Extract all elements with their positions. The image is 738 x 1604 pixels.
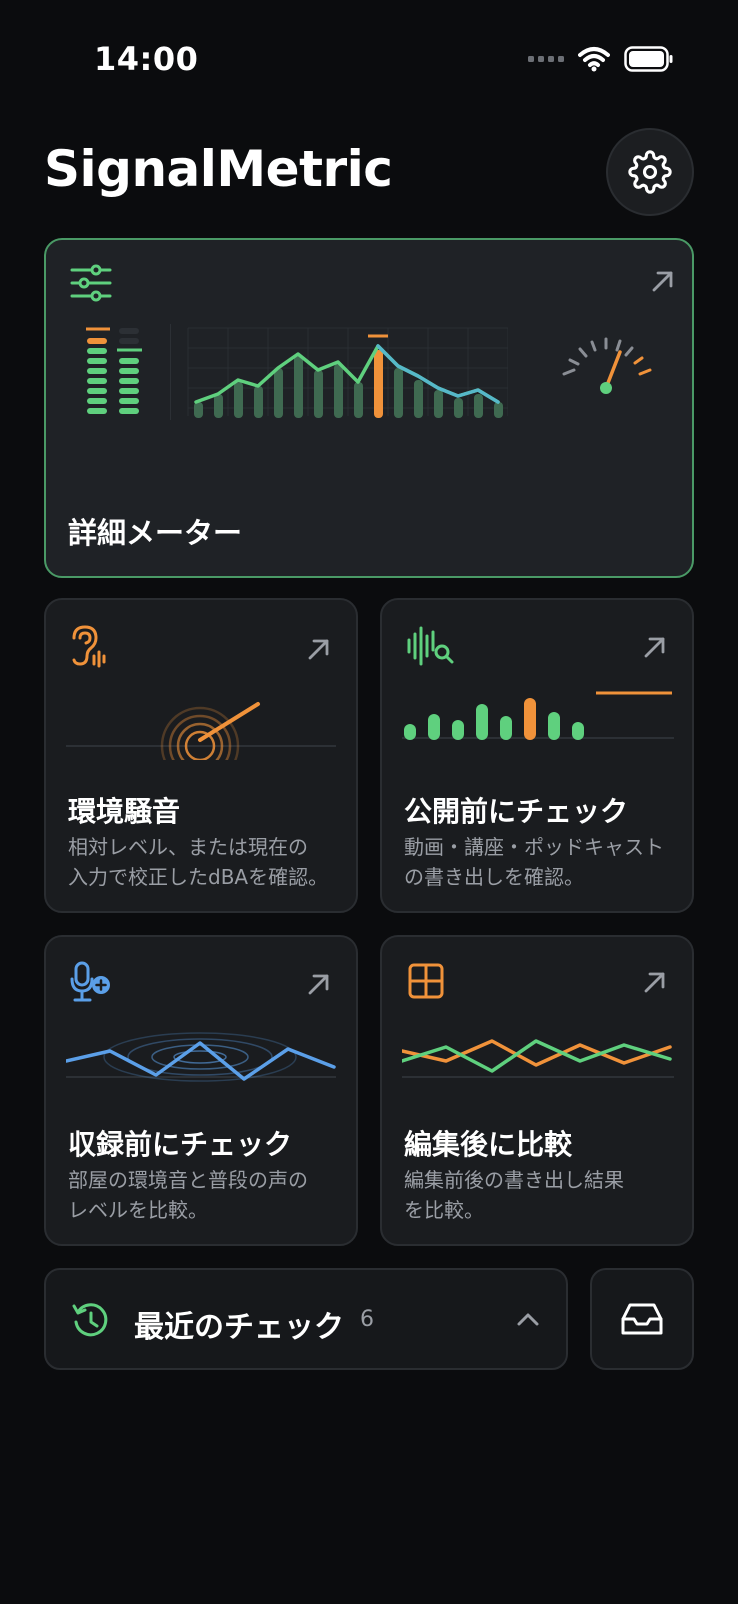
waveform-search-icon — [407, 626, 454, 666]
gear-icon — [628, 150, 672, 194]
arrow-up-right-icon — [644, 637, 665, 658]
loudness-history-graphic — [170, 324, 508, 420]
status-bar: 14:00 — [0, 0, 738, 120]
room-tone-graphic — [66, 1032, 336, 1082]
before-after-graphic — [402, 1039, 674, 1078]
pre-recording-check-card[interactable]: 収録前にチェック 部屋の環境音と普段の声の レベルを比較。 — [44, 935, 358, 1246]
microphone-add-icon — [70, 961, 110, 1002]
card-title: 公開前にチェック — [404, 795, 629, 828]
card-title: 収録前にチェック — [68, 1128, 293, 1161]
app-title: SignalMetric — [44, 140, 393, 198]
card-title: 編集後に比較 — [404, 1128, 573, 1161]
battery-icon — [624, 46, 673, 72]
status-icons — [528, 44, 674, 74]
card-description: 部屋の環境音と普段の声の レベルを比較。 — [68, 1168, 308, 1222]
recent-checks-count: 6 — [360, 1307, 374, 1332]
pre-publish-check-card[interactable]: 公開前にチェック 動画・講座・ポッドキャスト の書き出しを確認。 — [380, 598, 694, 913]
gauge-graphic — [562, 337, 652, 394]
detailed-meter-card[interactable]: 詳細メーター — [44, 238, 694, 578]
post-edit-compare-card[interactable]: 編集後に比較 編集前後の書き出し結果 を比較。 — [380, 935, 694, 1246]
wifi-icon — [578, 47, 610, 72]
inbox-button[interactable] — [590, 1268, 694, 1370]
arrow-up-right-icon — [308, 639, 329, 660]
arrow-up-right-icon — [644, 972, 665, 993]
status-time: 14:00 — [94, 40, 199, 78]
level-meter-graphic — [86, 327, 142, 414]
sound-level-graphic — [66, 702, 336, 760]
card-description: 編集前後の書き出し結果 を比較。 — [404, 1168, 624, 1222]
arrow-up-right-icon — [652, 271, 673, 292]
sliders-icon — [70, 264, 112, 302]
signal-icon — [528, 56, 564, 62]
history-icon — [72, 1303, 108, 1337]
ear-icon — [72, 625, 106, 668]
chevron-up-icon[interactable] — [516, 1310, 540, 1328]
recent-checks-label: 最近のチェック — [134, 1310, 344, 1345]
inbox-icon — [621, 1303, 663, 1335]
peak-bars-graphic — [402, 691, 674, 740]
arrow-up-right-icon — [308, 974, 329, 995]
recent-checks-bar[interactable]: 最近のチェック 6 — [44, 1268, 568, 1370]
grid-icon — [408, 963, 444, 999]
settings-button[interactable] — [606, 128, 694, 216]
card-title: 詳細メーター — [68, 516, 243, 550]
card-title: 環境騒音 — [68, 795, 181, 828]
card-description: 動画・講座・ポッドキャスト の書き出しを確認。 — [404, 835, 664, 889]
card-description: 相対レベル、または現在の 入力で校正したdBAを確認。 — [68, 835, 329, 889]
environmental-noise-card[interactable]: 環境騒音 相対レベル、または現在の 入力で校正したdBAを確認。 — [44, 598, 358, 913]
